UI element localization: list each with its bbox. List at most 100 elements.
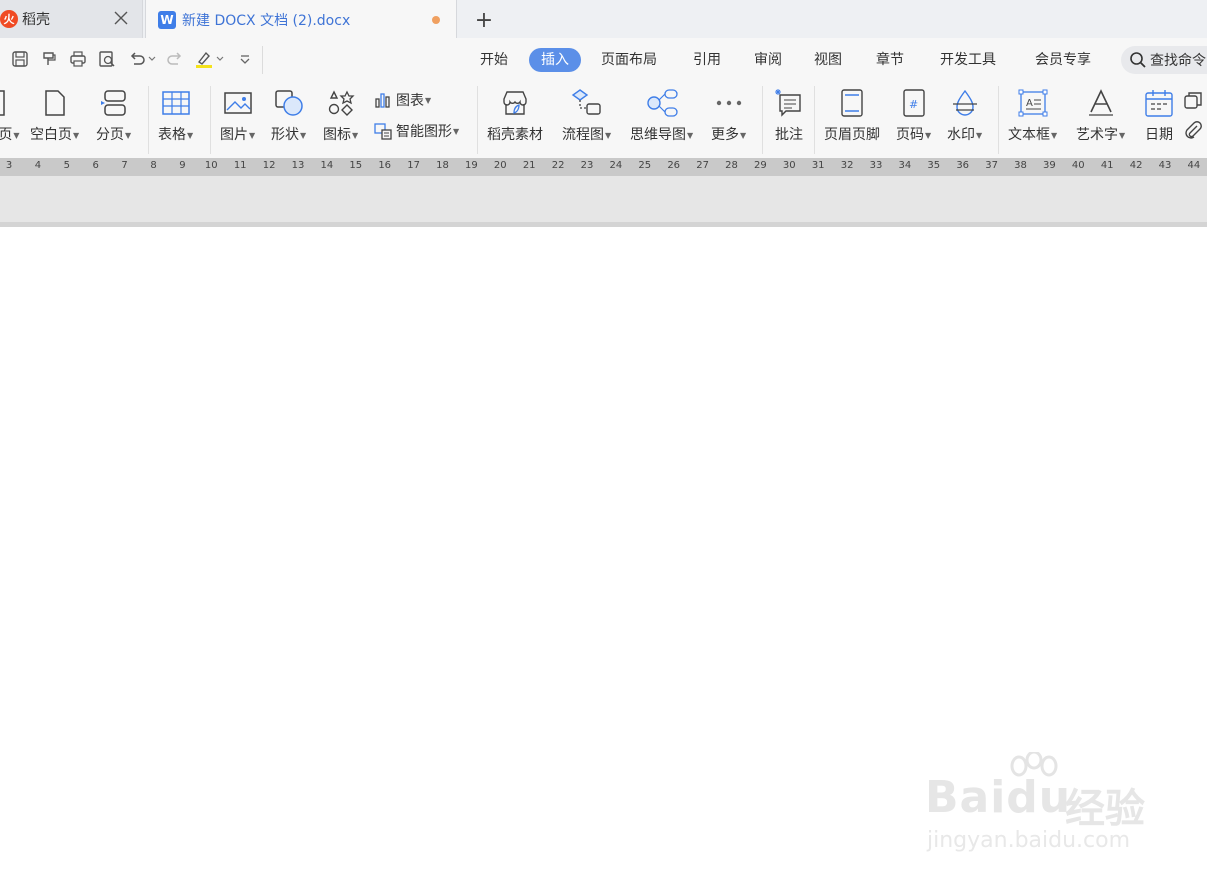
page-number-icon: # [897, 86, 931, 120]
mindmap-label: 思维导图 [630, 127, 686, 143]
redo-icon[interactable] [164, 48, 186, 70]
chart-button[interactable]: 图表 ▼ [373, 90, 431, 110]
blank-page-button[interactable]: 空白页▼ [30, 82, 79, 144]
more-button[interactable]: 更多▼ [711, 82, 746, 144]
blank-page-label: 空白页 [30, 127, 72, 143]
ruler-tick-label: 29 [754, 160, 767, 171]
ruler-tick-label: 25 [638, 160, 652, 171]
customize-toolbar-icon[interactable] [234, 48, 256, 70]
ruler-tick-label: 40 [1071, 160, 1085, 171]
ruler-tick-label: 15 [349, 160, 363, 171]
ruler-tick-label: 31 [811, 160, 825, 171]
menu-chapter[interactable]: 章节 [876, 48, 904, 72]
comment-button[interactable]: 批注 [772, 82, 806, 144]
ruler-tick-label: 6 [92, 160, 99, 171]
smart-art-icon [373, 121, 393, 141]
close-icon[interactable] [112, 9, 130, 27]
save-icon[interactable] [9, 48, 31, 70]
chevron-down-icon[interactable] [214, 48, 226, 70]
object-button[interactable] [1183, 90, 1206, 110]
ruler-tick-label: 17 [407, 160, 420, 171]
ruler-tick-label: 9 [179, 160, 186, 171]
header-footer-label: 页眉页脚 [824, 127, 880, 143]
textbox-label: 文本框 [1008, 127, 1050, 143]
page-break-icon [97, 86, 131, 120]
tab-daoke[interactable]: 火 稻壳 [0, 0, 143, 38]
ruler-tick-label: 10 [204, 160, 218, 171]
picture-label: 图片 [220, 127, 248, 143]
wordart-icon [1084, 86, 1118, 120]
tab-document[interactable]: W 新建 DOCX 文档 (2).docx [145, 0, 457, 39]
ruler-tick-label: 27 [696, 160, 709, 171]
ruler-tick-label: 20 [493, 160, 507, 171]
ruler-tick-label: 8 [150, 160, 157, 171]
page-number-label: 页码 [896, 127, 924, 143]
undo-icon[interactable] [126, 48, 148, 70]
tab-title: 新建 DOCX 文档 (2).docx [182, 12, 351, 29]
ruler-tick-label: 26 [667, 160, 681, 171]
shape-button[interactable]: 形状▼ [271, 82, 306, 144]
textbox-button[interactable]: A 文本框▼ [1008, 82, 1057, 144]
watermark-button[interactable]: 水印▼ [947, 82, 982, 144]
watermark-cn: 经验 [1065, 786, 1145, 832]
cover-page-button[interactable]: 页▼ [0, 82, 26, 144]
toolbar-separator [262, 46, 263, 74]
daoke-logo-icon: 火 [0, 10, 18, 28]
print-preview-icon[interactable] [96, 48, 118, 70]
page-break-button[interactable]: 分页▼ [96, 82, 131, 144]
chevron-down-icon[interactable] [146, 48, 158, 70]
flowchart-button[interactable]: 流程图▼ [562, 82, 611, 144]
daoke-material-button[interactable]: 稻壳素材 [487, 82, 543, 144]
menu-review[interactable]: 审阅 [754, 48, 782, 72]
page-number-button[interactable]: # 页码▼ [896, 82, 931, 144]
menu-developer[interactable]: 开发工具 [940, 48, 996, 72]
table-button[interactable]: 表格▼ [158, 82, 193, 144]
ruler-tick-label: 4 [34, 160, 42, 171]
highlight-icon[interactable] [193, 48, 215, 70]
chart-icon [373, 90, 393, 110]
menu-insert[interactable]: 插入 [529, 48, 581, 72]
table-icon [159, 86, 193, 120]
ribbon-separator [762, 86, 763, 154]
header-footer-button[interactable]: 页眉页脚 [824, 82, 880, 144]
ruler-tick-label: 16 [378, 160, 392, 171]
mindmap-button[interactable]: 思维导图▼ [630, 82, 693, 144]
unsaved-dot-icon [432, 16, 440, 24]
icon-label: 图标 [323, 127, 351, 143]
menu-home[interactable]: 开始 [480, 48, 508, 72]
ruler-tick-label: 18 [436, 160, 449, 171]
menu-member[interactable]: 会员专享 [1035, 48, 1091, 72]
icon-button[interactable]: 图标▼ [323, 82, 358, 144]
watermark-brand: Baidu [925, 772, 1072, 823]
shape-icon [272, 86, 306, 120]
icons-library-icon [324, 86, 358, 120]
horizontal-ruler[interactable]: 3 4 5 6 7 8 9 10 11 12 13 14 15 16 17 18 19 20 21 22 23 24 25 2… [0, 158, 1207, 176]
date-label: 日期 [1145, 127, 1173, 143]
menu-references[interactable]: 引用 [693, 48, 721, 72]
ruler-tick-label: 34 [898, 160, 912, 171]
ribbon-separator [998, 86, 999, 154]
menu-page-layout[interactable]: 页面布局 [601, 48, 657, 72]
ruler-tick-label: 5 [63, 160, 70, 171]
attachment-button[interactable] [1183, 120, 1206, 140]
picture-icon [221, 86, 255, 120]
command-search[interactable]: 查找命令 [1121, 46, 1207, 74]
chart-label: 图表 [396, 93, 424, 109]
ruler-tick-label: 32 [840, 160, 854, 171]
more-icon [712, 86, 746, 120]
smart-art-button[interactable]: 智能图形 ▼ [373, 121, 459, 141]
wordart-label: 艺术字 [1076, 127, 1118, 143]
new-tab-button[interactable]: + [470, 6, 498, 34]
format-painter-icon[interactable] [38, 48, 60, 70]
ruler-tick-label: 24 [609, 160, 623, 171]
object-icon [1183, 90, 1203, 110]
ruler-tick-label: 36 [956, 160, 970, 171]
wordart-button[interactable]: 艺术字▼ [1076, 82, 1125, 144]
header-footer-icon [835, 86, 869, 120]
print-icon[interactable] [67, 48, 89, 70]
ruler-tick-label: 38 [1014, 160, 1027, 171]
picture-button[interactable]: 图片▼ [220, 82, 255, 144]
ruler-tick-label: 3 [5, 160, 13, 171]
menu-view[interactable]: 视图 [814, 48, 842, 72]
date-button[interactable]: 日期 [1142, 82, 1176, 144]
